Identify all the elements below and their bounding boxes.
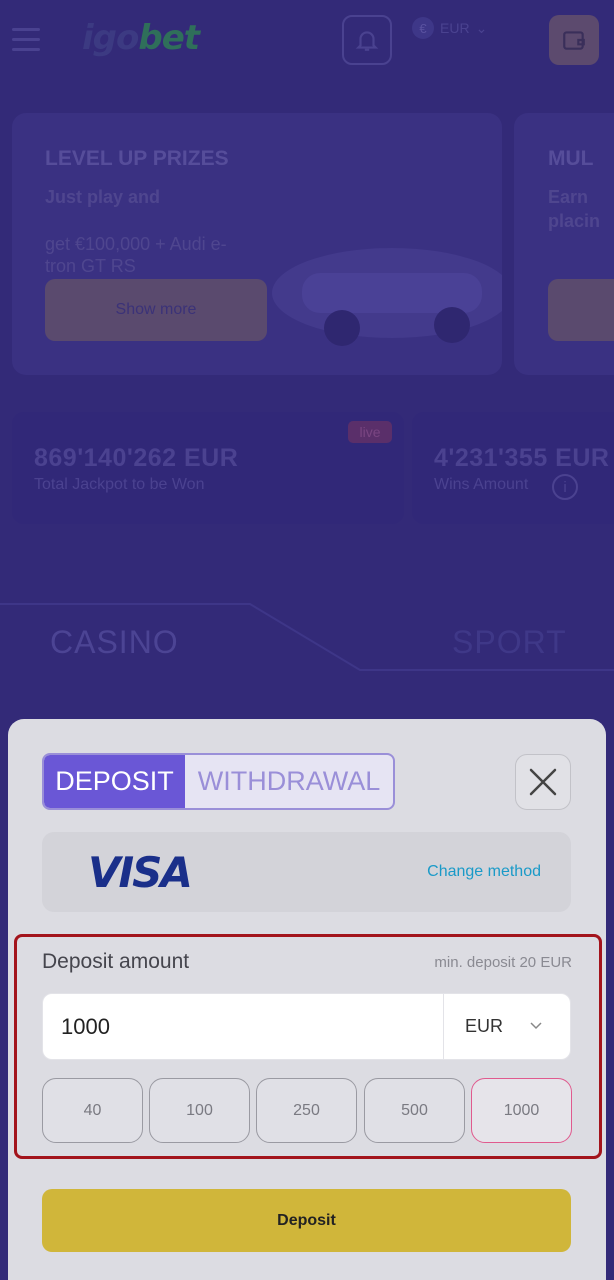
change-method-link[interactable]: Change method bbox=[427, 863, 541, 881]
promo-text: get €100,000 + Audi e-tron GT RS bbox=[45, 234, 227, 276]
amount-input[interactable] bbox=[61, 1014, 421, 1040]
currency-select[interactable]: EUR bbox=[444, 994, 570, 1059]
jackpot-label: Total Jackpot to be Won bbox=[34, 476, 205, 493]
live-badge: live bbox=[348, 421, 392, 443]
payment-method-card: VISA Change method bbox=[42, 832, 571, 912]
menu-icon[interactable] bbox=[12, 28, 40, 52]
close-button[interactable] bbox=[515, 754, 571, 810]
currency-value: EUR bbox=[465, 1016, 504, 1036]
promo-title: LEVEL UP PRIZES bbox=[45, 147, 229, 170]
chevron-down-icon: ⌄ bbox=[475, 19, 488, 36]
amount-input-row: EUR bbox=[42, 993, 571, 1060]
jackpot-stat: 869'140'262 EUR Total Jackpot to be Won bbox=[12, 412, 404, 524]
info-icon[interactable]: i bbox=[552, 474, 578, 500]
promo-subtitle: Just play and bbox=[45, 187, 161, 207]
promo-card-level-up[interactable]: LEVEL UP PRIZES Just play and get €100,0… bbox=[12, 113, 502, 375]
tab-withdrawal[interactable]: WITHDRAWAL bbox=[185, 755, 393, 808]
promo-subtitle: Earn bbox=[548, 187, 589, 207]
tab-deposit[interactable]: DEPOSIT bbox=[44, 755, 185, 808]
show-more-button[interactable]: Show more bbox=[45, 279, 267, 341]
deposit-withdrawal-toggle: DEPOSIT WITHDRAWAL bbox=[42, 753, 395, 810]
tab-casino[interactable]: CASINO bbox=[50, 624, 179, 661]
visa-logo: VISA bbox=[88, 848, 193, 897]
quick-amount-chip[interactable]: 250 bbox=[256, 1078, 357, 1143]
close-icon bbox=[529, 768, 557, 796]
wallet-icon bbox=[563, 31, 585, 50]
top-header: igobet € EUR ⌄ bbox=[0, 0, 614, 80]
wins-value: 4'231'355 EUR bbox=[434, 444, 610, 472]
promo-button[interactable] bbox=[548, 279, 614, 341]
quick-amount-chip[interactable]: 500 bbox=[364, 1078, 465, 1143]
chevron-down-icon bbox=[530, 1022, 542, 1030]
wins-stat: 4'231'355 EUR Wins Amount bbox=[412, 412, 614, 524]
deposit-amount-label: Deposit amount bbox=[42, 950, 190, 973]
quick-amounts: 40 100 250 500 1000 bbox=[42, 1078, 572, 1143]
quick-amount-chip[interactable]: 100 bbox=[149, 1078, 250, 1143]
promo-text: placin bbox=[548, 211, 601, 231]
currency-switch[interactable]: € EUR ⌄ bbox=[412, 17, 487, 39]
notifications-button[interactable] bbox=[342, 15, 392, 65]
quick-amount-chip-selected[interactable]: 1000 bbox=[471, 1078, 572, 1143]
euro-coin-icon: € bbox=[412, 17, 434, 39]
min-deposit-hint: min. deposit 20 EUR bbox=[434, 954, 572, 971]
promo-title: MUL bbox=[548, 147, 594, 170]
wins-label: Wins Amount bbox=[434, 476, 529, 493]
jackpot-value: 869'140'262 EUR bbox=[34, 444, 239, 472]
brand-logo[interactable]: igobet bbox=[82, 18, 200, 58]
currency-code: EUR bbox=[440, 20, 470, 36]
bell-icon bbox=[355, 31, 379, 51]
tab-sport[interactable]: SPORT bbox=[452, 624, 567, 661]
quick-amount-chip[interactable]: 40 bbox=[42, 1078, 143, 1143]
deposit-button[interactable]: Deposit bbox=[42, 1189, 571, 1252]
promo-card-multi[interactable]: MUL Earn placin bbox=[514, 113, 614, 375]
wallet-button[interactable] bbox=[549, 15, 599, 65]
